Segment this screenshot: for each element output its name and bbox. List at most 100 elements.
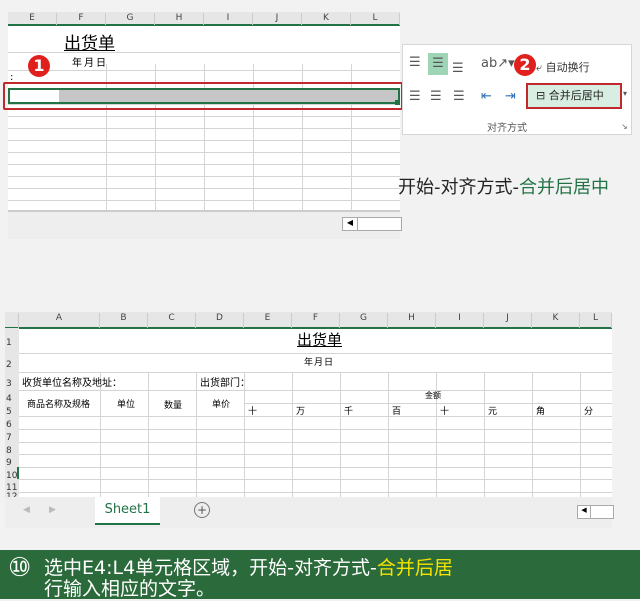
decrease-indent-icon[interactable]: ⇤ (481, 89, 492, 104)
column-header-i[interactable]: I (204, 13, 253, 25)
dept-label[interactable]: 出货部门： (200, 374, 250, 389)
wrap-text-button[interactable]: ⤶ 自动换行 (536, 59, 590, 75)
digit-header[interactable]: 百 (392, 404, 401, 417)
align-bottom-icon[interactable]: ☰ (452, 61, 464, 76)
sheet-title: 出货单 (64, 34, 115, 54)
row-header-11[interactable]: 11 (5, 479, 19, 493)
align-left-icon[interactable]: ☰ (409, 89, 421, 104)
sheet-title[interactable]: 出货单 (297, 329, 342, 350)
digit-header[interactable]: 万 (296, 404, 305, 417)
align-right-icon[interactable]: ☰ (453, 89, 465, 104)
align-center-icon[interactable]: ☰ (430, 89, 442, 104)
column-header-k[interactable]: K (302, 13, 351, 25)
grid-line (19, 372, 612, 373)
column-header-j[interactable]: J (484, 313, 532, 328)
horizontal-scrollbar[interactable] (357, 217, 402, 231)
column-header-b[interactable]: B (100, 313, 148, 328)
merge-icon: ⊟ (536, 89, 549, 102)
row-header-10[interactable]: 10 (5, 467, 19, 481)
column-header-j[interactable]: J (253, 13, 302, 25)
align-top-icon[interactable]: ☰ (409, 55, 421, 70)
column-header-g[interactable]: G (340, 313, 388, 328)
row-header-9[interactable]: 9 (5, 454, 19, 468)
column-header-k[interactable]: K (532, 313, 580, 328)
column-header-e[interactable]: E (8, 13, 57, 25)
grid-line (8, 188, 400, 189)
column-header-d[interactable]: D (196, 313, 244, 328)
column-header-e[interactable]: E (244, 313, 292, 328)
grid-line (388, 372, 389, 497)
row-header-6[interactable]: 6 (5, 416, 19, 430)
digit-header[interactable]: 十 (440, 404, 449, 417)
grid-line (19, 442, 612, 443)
row-header-4[interactable]: 4 (5, 390, 19, 404)
qty-header[interactable]: 数量 (164, 398, 182, 411)
orientation-icon[interactable]: ab↗▾ (481, 56, 515, 71)
top-spreadsheet: EFGHIJKL 出货单 年月日 : ◀ (3, 12, 403, 239)
wrap-text-icon: ⤶ (536, 61, 546, 74)
row-header-5[interactable]: 5 (5, 403, 19, 417)
horizontal-scrollbar[interactable] (590, 505, 614, 519)
grid-line (8, 116, 400, 117)
row-header-7[interactable]: 7 (5, 429, 19, 443)
grid-line (19, 353, 612, 354)
step-number: ⑩ (8, 553, 32, 583)
row-header-1[interactable]: 1 (5, 328, 19, 353)
step-badge-2: 2 (514, 54, 536, 76)
scroll-left-button[interactable]: ◀ (577, 505, 591, 519)
digit-header[interactable]: 元 (488, 404, 497, 417)
column-header-g[interactable]: G (106, 13, 155, 25)
grid-line (244, 372, 245, 497)
column-header-h[interactable]: H (388, 313, 436, 328)
column-header-f[interactable]: F (292, 313, 340, 328)
align-middle-icon[interactable]: ☰ (428, 53, 448, 75)
column-header-a[interactable]: A (19, 313, 100, 328)
grid-line (19, 429, 612, 430)
increase-indent-icon[interactable]: ⇥ (505, 89, 516, 104)
grid-line (148, 372, 149, 497)
receiver-label[interactable]: 收货单位名称及地址： (22, 374, 122, 389)
digit-header[interactable]: 分 (584, 404, 593, 417)
column-header-h[interactable]: H (155, 13, 204, 25)
column-header-i[interactable]: I (436, 313, 484, 328)
date-cell[interactable]: 年月日 (304, 355, 334, 368)
grid-line (8, 200, 400, 201)
row-header-8[interactable]: 8 (5, 442, 19, 456)
prev-sheet-button[interactable]: ◀ (23, 505, 30, 515)
digit-header[interactable]: 千 (344, 404, 353, 417)
grid-line (100, 372, 101, 497)
date-text: 年月日 (72, 58, 108, 69)
instruction-text: 开始-对齐方式-合并后居中 (398, 177, 609, 198)
sheet-tab-bar: ◀ ▶ Sheet1 + ◀ (5, 497, 614, 528)
sheet-tab-sheet1[interactable]: Sheet1 (95, 497, 160, 525)
grid-line (196, 372, 197, 497)
add-sheet-button[interactable]: + (194, 502, 210, 518)
row-header-2[interactable]: 2 (5, 353, 19, 372)
grid-line (19, 479, 612, 480)
scroll-left-button[interactable]: ◀ (342, 217, 358, 231)
dialog-launcher-icon[interactable]: ↘ (621, 122, 628, 131)
select-all-corner[interactable] (5, 313, 19, 328)
merge-center-button[interactable]: ⊟ 合并后居中 (526, 83, 622, 109)
unit-header[interactable]: 单位 (117, 397, 135, 410)
amount-header[interactable]: 金额 (425, 390, 441, 401)
next-sheet-button[interactable]: ▶ (49, 505, 56, 515)
grid-line (532, 372, 533, 497)
grid-line (8, 128, 400, 129)
grid-line (19, 454, 612, 455)
digit-header[interactable]: 角 (536, 404, 545, 417)
digit-header[interactable]: 十 (248, 404, 257, 417)
grid-line (19, 416, 612, 417)
selection-highlight-box (3, 82, 403, 110)
column-header-l[interactable]: L (351, 13, 400, 25)
column-header-f[interactable]: F (57, 13, 106, 25)
status-bar: ◀ (8, 210, 402, 239)
name-header[interactable]: 商品名称及规格 (27, 397, 90, 410)
grid-line (19, 492, 612, 493)
column-header-c[interactable]: C (148, 313, 196, 328)
price-header[interactable]: 单价 (212, 397, 230, 410)
row-header-3[interactable]: 3 (5, 372, 19, 390)
column-header-l[interactable]: L (580, 313, 612, 328)
merge-dropdown-arrow[interactable]: ▾ (623, 89, 627, 98)
caption-line-2: 行输入相应的文字。 (44, 578, 216, 600)
